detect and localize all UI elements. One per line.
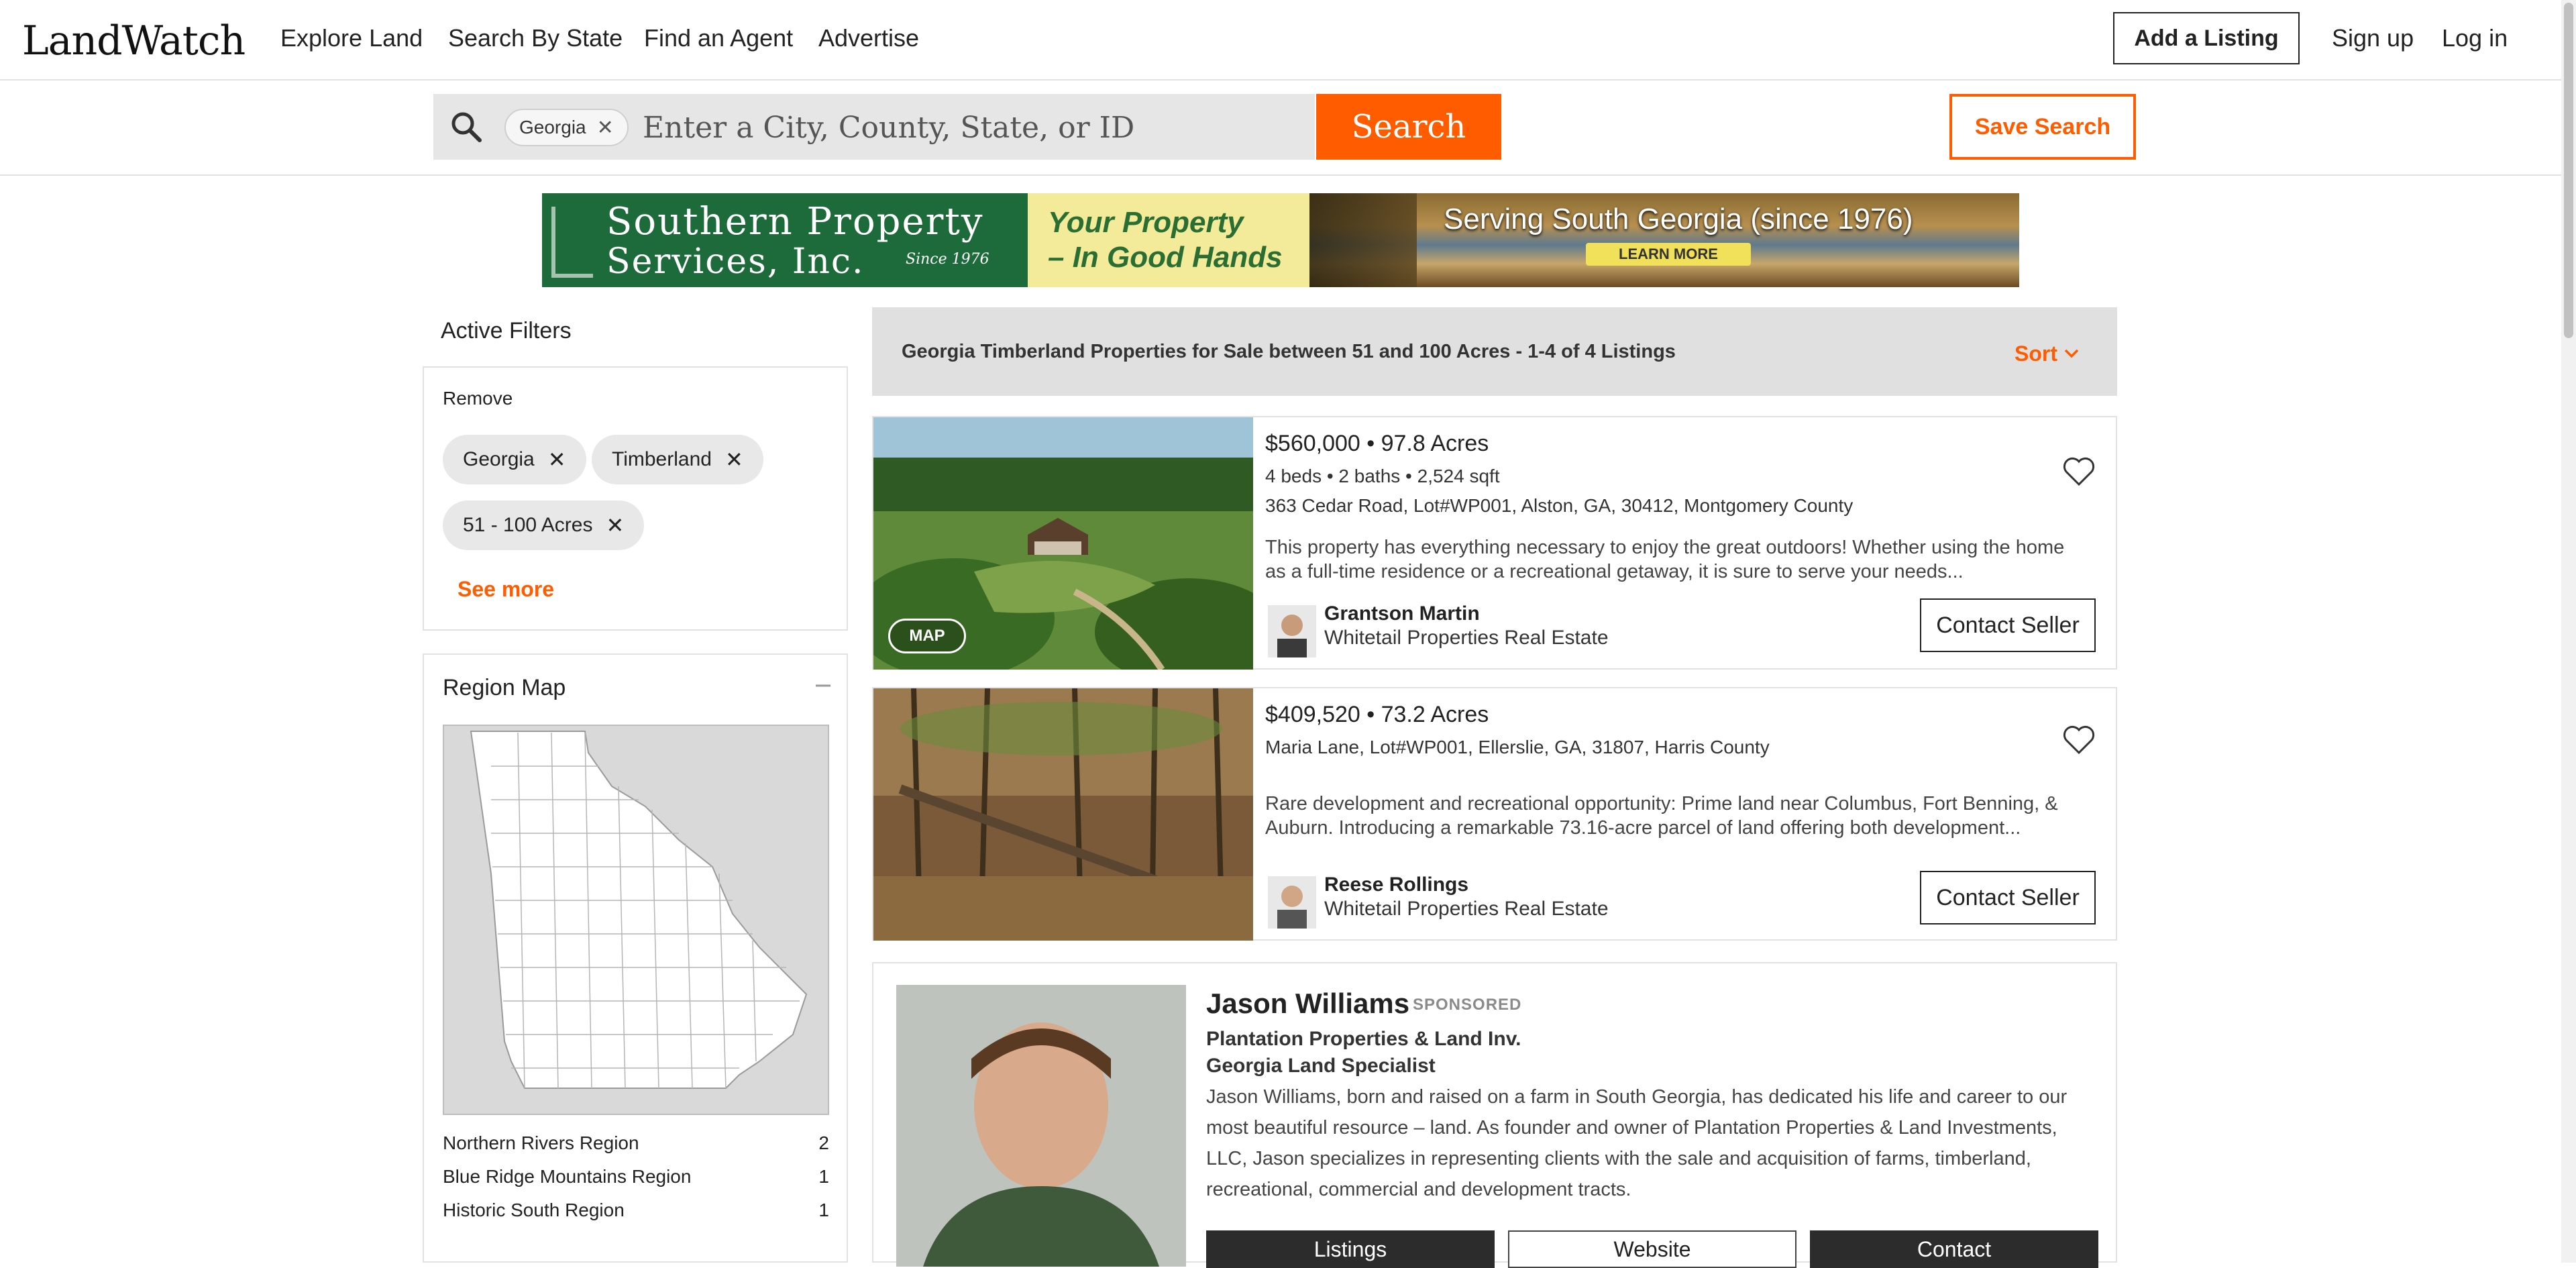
banner-tagline: Your Property – In Good Hands <box>1028 193 1309 287</box>
landwatch-logo[interactable]: LandWatch <box>19 4 248 78</box>
agent-avatar <box>1268 876 1316 929</box>
nav-advertise[interactable]: Advertise <box>818 24 919 52</box>
filter-chip-label: Timberland <box>612 448 712 470</box>
listing-price-acres[interactable]: $409,520 • 73.2 Acres <box>1265 702 1489 728</box>
search-input[interactable] <box>641 106 1308 149</box>
results-header: Georgia Timberland Properties for Sale b… <box>872 307 2117 396</box>
learn-more-button[interactable]: LEARN MORE <box>1586 243 1751 266</box>
see-more-link[interactable]: See more <box>458 577 554 602</box>
listing-card[interactable]: MAP $560,000 • 97.8 Acres 4 beds • 2 bat… <box>872 416 2117 670</box>
region-count: 2 <box>818 1132 829 1153</box>
avatar <box>1268 876 1316 929</box>
close-icon[interactable]: ✕ <box>548 447 566 472</box>
remove-label: Remove <box>443 388 513 409</box>
agent-name[interactable]: Grantson Martin <box>1324 602 1480 625</box>
page-scrollbar[interactable] <box>2561 0 2576 1263</box>
filter-chip-acreage[interactable]: 51 - 100 Acres ✕ <box>443 500 645 550</box>
agent-name[interactable]: Reese Rollings <box>1324 874 1468 896</box>
banner-since: Since 1976 <box>906 251 989 268</box>
georgia-search-chip[interactable]: Georgia ✕ <box>504 109 629 146</box>
close-icon[interactable]: ✕ <box>597 116 614 140</box>
close-icon[interactable]: ✕ <box>725 447 743 472</box>
georgia-map-icon <box>470 731 808 1089</box>
banner-line1: Southern Property <box>606 200 984 244</box>
save-search-button[interactable]: Save Search <box>1949 94 2136 160</box>
sort-label: Sort <box>2015 341 2057 366</box>
listing-specs: 4 beds • 2 baths • 2,524 sqft <box>1265 466 1500 486</box>
close-icon[interactable]: ✕ <box>606 513 624 538</box>
listing-address[interactable]: 363 Cedar Road, Lot#WP001, Alston, GA, 3… <box>1265 495 1853 517</box>
region-row-historic-south[interactable]: Historic South Region 1 <box>443 1200 829 1221</box>
search-icon <box>451 112 482 142</box>
filters-panel: Remove Georgia ✕ Timberland ✕ 51 - 100 A… <box>423 366 848 631</box>
banner-serving: Serving South Georgia (since 1976) <box>1444 203 1913 235</box>
sponsored-agent-card[interactable]: Jason Williams SPONSORED Plantation Prop… <box>872 962 2117 1268</box>
listing-description[interactable]: Rare development and recreational opport… <box>1265 792 2070 840</box>
region-name[interactable]: Blue Ridge Mountains Region <box>443 1166 691 1187</box>
search-box[interactable]: Georgia ✕ <box>433 94 1315 160</box>
banner-photo: Serving South Georgia (since 1976) LEARN… <box>1309 193 2019 287</box>
site-header: LandWatch Explore Land Search By State F… <box>0 0 2576 81</box>
region-count: 1 <box>818 1200 829 1220</box>
active-filters-title: Active Filters <box>441 318 572 344</box>
sort-button[interactable]: Sort <box>2006 335 2088 372</box>
region-map-panel: Region Map Northern Rivers Region 2 Blue… <box>423 653 848 1263</box>
contact-seller-button[interactable]: Contact Seller <box>1920 871 2096 924</box>
log-in-link[interactable]: Log in <box>2442 24 2508 52</box>
nav-search-by-state[interactable]: Search By State <box>448 24 623 52</box>
sponsored-company: Plantation Properties & Land Inv. <box>1206 1028 1521 1050</box>
banner-logo: Southern Property Services, Inc. Since 1… <box>542 193 1028 287</box>
avatar <box>1268 605 1316 657</box>
filter-chip-georgia[interactable]: Georgia ✕ <box>443 435 586 484</box>
sponsored-role: Georgia Land Specialist <box>1206 1055 1436 1077</box>
banner-line2: Services, Inc. <box>606 242 865 282</box>
collapse-icon[interactable] <box>813 666 833 688</box>
region-count: 1 <box>818 1166 829 1187</box>
sign-up-link[interactable]: Sign up <box>2332 24 2414 52</box>
add-listing-button[interactable]: Add a Listing <box>2113 12 2300 64</box>
agent-avatar <box>1268 605 1316 657</box>
listing-photo-image <box>873 688 1253 941</box>
listing-price-acres[interactable]: $560,000 • 97.8 Acres <box>1265 431 1489 457</box>
agent-company: Whitetail Properties Real Estate <box>1324 627 1609 649</box>
agent-portrait <box>896 985 1186 1267</box>
map-button[interactable]: MAP <box>888 619 966 653</box>
results-title: Georgia Timberland Properties for Sale b… <box>902 341 1676 362</box>
banner-tagline1: Your Property <box>1048 206 1244 239</box>
region-row-blue-ridge[interactable]: Blue Ridge Mountains Region 1 <box>443 1166 829 1187</box>
listing-photo[interactable]: MAP <box>873 417 1253 670</box>
sponsored-agent-name[interactable]: Jason Williams <box>1206 988 1409 1020</box>
chevron-down-icon <box>2064 349 2079 358</box>
banner-ad[interactable]: Southern Property Services, Inc. Since 1… <box>542 193 2019 287</box>
listing-photo[interactable] <box>873 688 1253 941</box>
listing-card[interactable]: $409,520 • 73.2 Acres Maria Lane, Lot#WP… <box>872 687 2117 941</box>
georgia-region-map[interactable] <box>443 725 829 1115</box>
contact-seller-button[interactable]: Contact Seller <box>1920 598 2096 652</box>
banner-trees <box>1309 193 1417 287</box>
nav-explore-land[interactable]: Explore Land <box>280 24 423 52</box>
search-button[interactable]: Search <box>1316 94 1501 160</box>
sponsored-agent-photo <box>896 985 1186 1267</box>
filter-chip-label: 51 - 100 Acres <box>463 514 593 536</box>
region-row-northern-rivers[interactable]: Northern Rivers Region 2 <box>443 1132 829 1154</box>
filter-chip-timberland[interactable]: Timberland ✕ <box>592 435 763 484</box>
sponsored-bio: Jason Williams, born and raised on a far… <box>1206 1086 2068 1200</box>
nav-find-an-agent[interactable]: Find an Agent <box>644 24 793 52</box>
listing-address[interactable]: Maria Lane, Lot#WP001, Ellerslie, GA, 31… <box>1265 737 1770 758</box>
region-map-title: Region Map <box>443 675 566 700</box>
region-name[interactable]: Historic South Region <box>443 1200 625 1221</box>
agent-company: Whitetail Properties Real Estate <box>1324 898 1609 920</box>
heart-icon[interactable] <box>2061 454 2097 490</box>
region-name[interactable]: Northern Rivers Region <box>443 1132 639 1154</box>
listing-description[interactable]: This property has everything necessary t… <box>1265 535 2070 584</box>
scrollbar-thumb[interactable] <box>2564 3 2573 338</box>
search-bar-row: Georgia ✕ Search Save Search <box>0 81 2576 176</box>
banner-tagline2: – In Good Hands <box>1048 241 1283 274</box>
chip-label: Georgia <box>519 117 586 138</box>
sponsored-badge: SPONSORED <box>1413 996 1522 1014</box>
banner-mark-icon <box>551 207 593 278</box>
heart-icon[interactable] <box>2061 722 2097 758</box>
filter-chip-label: Georgia <box>463 448 535 470</box>
